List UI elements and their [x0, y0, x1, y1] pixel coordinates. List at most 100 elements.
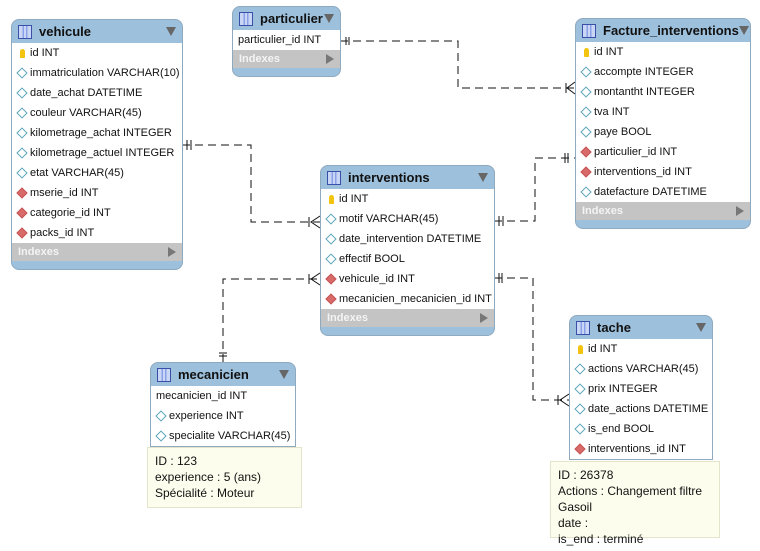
icon-shape: [580, 166, 592, 178]
expand-arrow-icon[interactable]: [326, 54, 334, 64]
column-diamond-icon: [155, 430, 167, 442]
column-row[interactable]: id INT: [321, 189, 494, 209]
collapse-arrow-icon[interactable]: [738, 26, 749, 35]
column-label: actions VARCHAR(45): [588, 363, 699, 375]
column-row[interactable]: motif VARCHAR(45): [321, 209, 494, 229]
column-row[interactable]: interventions_id INT: [576, 162, 750, 182]
icon-shape: [325, 233, 337, 245]
column-row[interactable]: mecanicien_id INT: [151, 386, 295, 406]
column-row[interactable]: date_actions DATETIME: [570, 399, 712, 419]
column-diamond-icon: [16, 167, 28, 179]
expand-arrow-icon[interactable]: [168, 247, 176, 257]
indexes-label: Indexes: [18, 246, 59, 258]
collapse-arrow-icon[interactable]: [279, 370, 289, 379]
table-interventions[interactable]: interventions id INT motif VARCHAR(45) date…: [320, 165, 495, 336]
column-row[interactable]: actions VARCHAR(45): [570, 359, 712, 379]
column-row[interactable]: paye BOOL: [576, 122, 750, 142]
icon-shape: [574, 383, 586, 395]
rel-particulier-facture-ends: [345, 37, 576, 95]
indexes-section[interactable]: Indexes: [12, 243, 182, 261]
table-name: Facture_interventions: [603, 23, 739, 38]
icon-shape: [19, 48, 25, 58]
column-row[interactable]: categorie_id INT: [12, 203, 182, 223]
collapse-arrow-icon[interactable]: [324, 14, 334, 23]
primary-key-icon: [17, 48, 27, 58]
column-list: particulier_id INT: [233, 30, 340, 50]
table-name: particulier: [260, 11, 323, 26]
rel-particulier-facture: [340, 40, 575, 89]
indexes-section[interactable]: Indexes: [321, 309, 494, 327]
indexes-section[interactable]: Indexes: [576, 202, 750, 220]
column-list: mecanicien_id INT experience INT specialit…: [151, 386, 295, 446]
column-row[interactable]: experience INT: [151, 406, 295, 426]
column-row[interactable]: interventions_id INT: [570, 439, 712, 459]
expand-arrow-icon[interactable]: [736, 206, 744, 216]
column-label: accompte INTEGER: [594, 66, 694, 78]
expand-arrow-icon[interactable]: [480, 313, 488, 323]
column-label: interventions_id INT: [588, 443, 686, 455]
column-row[interactable]: is_end BOOL: [570, 419, 712, 439]
column-row[interactable]: specialite VARCHAR(45): [151, 426, 295, 446]
table-vehicule[interactable]: vehicule id INT immatriculation VARCHAR(10…: [11, 19, 183, 270]
table-facture-interventions[interactable]: Facture_interventionsid INT accompte INTE…: [575, 18, 751, 229]
note-line: Spécialité : Moteur: [155, 486, 255, 500]
rel-interventions-facture-ends: [498, 153, 569, 226]
column-row[interactable]: date_achat DATETIME: [12, 83, 182, 103]
column-row[interactable]: couleur VARCHAR(45): [12, 103, 182, 123]
note-mecanicien: ID : 123 experience : 5 (ans) Spécialité :…: [147, 447, 302, 508]
column-row[interactable]: particulier_id INT: [576, 142, 750, 162]
column-diamond-icon: [16, 67, 28, 79]
column-label: date_intervention DATETIME: [339, 233, 482, 245]
column-row[interactable]: id INT: [12, 43, 182, 63]
column-row[interactable]: vehicule_id INT: [321, 269, 494, 289]
column-diamond-icon: [325, 213, 337, 225]
column-diamond-icon: [580, 126, 592, 138]
table-header[interactable]: mecanicien: [151, 363, 295, 386]
column-row[interactable]: effectif BOOL: [321, 249, 494, 269]
column-row[interactable]: tva INT: [576, 102, 750, 122]
column-row[interactable]: prix INTEGER: [570, 379, 712, 399]
column-row[interactable]: particulier_id INT: [233, 30, 340, 50]
column-row[interactable]: date_intervention DATETIME: [321, 229, 494, 249]
indexes-section[interactable]: Indexes: [233, 50, 340, 68]
note-line: Actions : Changement filtre Gasoil: [558, 484, 703, 514]
icon-shape: [16, 127, 28, 139]
column-row[interactable]: packs_id INT: [12, 223, 182, 243]
table-header[interactable]: tache: [570, 316, 712, 339]
foreign-key-icon: [325, 273, 337, 285]
foreign-key-icon: [574, 443, 586, 455]
column-row[interactable]: datefacture DATETIME: [576, 182, 750, 202]
column-row[interactable]: kilometrage_achat INTEGER: [12, 123, 182, 143]
column-label: effectif BOOL: [339, 253, 405, 265]
table-tache[interactable]: tache id INT actions VARCHAR(45) prix INTEG…: [569, 315, 713, 460]
column-label: prix INTEGER: [588, 383, 658, 395]
table-name: vehicule: [39, 24, 92, 39]
column-row[interactable]: kilometrage_actuel INTEGER: [12, 143, 182, 163]
collapse-arrow-icon[interactable]: [696, 323, 706, 332]
icon-shape: [16, 187, 28, 199]
column-row[interactable]: etat VARCHAR(45): [12, 163, 182, 183]
column-row[interactable]: immatriculation VARCHAR(10): [12, 63, 182, 83]
table-header[interactable]: vehicule: [12, 20, 182, 43]
column-row[interactable]: id INT: [576, 42, 750, 62]
table-header[interactable]: particulier: [233, 7, 340, 30]
column-label: particulier_id INT: [238, 34, 322, 46]
icon-shape: [580, 146, 592, 158]
column-row[interactable]: mecanicien_mecanicien_id INT: [321, 289, 494, 309]
column-row[interactable]: mserie_id INT: [12, 183, 182, 203]
table-header[interactable]: interventions: [321, 166, 494, 189]
table-mecanicien[interactable]: mecanicien mecanicien_id INT experience IN…: [150, 362, 296, 447]
column-row[interactable]: id INT: [570, 339, 712, 359]
foreign-key-icon: [16, 207, 28, 219]
column-label: id INT: [339, 193, 369, 205]
column-row[interactable]: montantht INTEGER: [576, 82, 750, 102]
column-label: immatriculation VARCHAR(10): [30, 67, 180, 79]
collapse-arrow-icon[interactable]: [166, 27, 176, 36]
collapse-arrow-icon[interactable]: [478, 173, 488, 182]
table-particulier[interactable]: particulier particulier_id INT Indexes: [232, 6, 341, 77]
rel-mecanicien-interventions-ends: [219, 272, 321, 357]
column-row[interactable]: accompte INTEGER: [576, 62, 750, 82]
rel-mecanicien-interventions: [222, 278, 320, 362]
indexes-label: Indexes: [239, 53, 280, 65]
table-header[interactable]: Facture_interventions: [576, 19, 750, 42]
